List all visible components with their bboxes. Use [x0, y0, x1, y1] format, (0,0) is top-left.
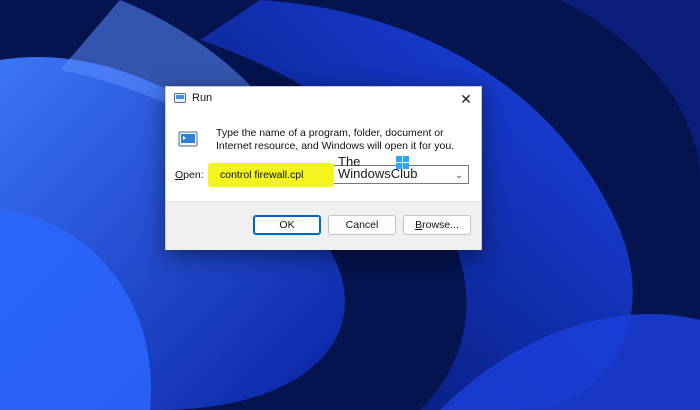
window-title: Run — [192, 92, 213, 104]
run-app-icon — [174, 93, 186, 103]
windowsclub-logo-icon — [396, 156, 409, 169]
run-program-icon — [178, 131, 198, 147]
watermark-line2: WindowsClub — [338, 166, 418, 181]
run-description: Type the name of a program, folder, docu… — [216, 127, 455, 152]
browse-mnemonic: B — [415, 219, 423, 231]
browse-rest: rowse... — [422, 219, 459, 231]
open-label-mnemonic: O — [175, 169, 184, 181]
browse-button[interactable]: Browse... — [403, 215, 471, 235]
run-dialog: Run ✕ Type the name of a program, folder… — [165, 86, 482, 250]
chevron-down-icon[interactable]: ⌄ — [454, 169, 464, 181]
open-label-rest: pen: — [183, 169, 204, 181]
close-button[interactable]: ✕ — [451, 87, 481, 111]
ok-button[interactable]: OK — [253, 215, 321, 235]
watermark: The WindowsClub — [338, 155, 418, 181]
title-bar: Run ✕ — [166, 87, 481, 111]
cancel-button[interactable]: Cancel — [328, 215, 396, 235]
dialog-footer: OK Cancel Browse... — [166, 201, 481, 250]
open-label: Open: — [175, 169, 204, 181]
